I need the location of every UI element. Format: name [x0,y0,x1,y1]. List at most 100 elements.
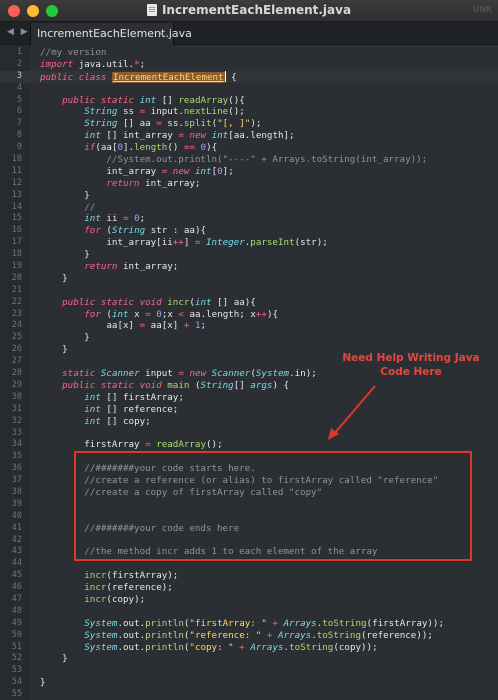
code-text[interactable]: } [40,249,90,261]
code-text[interactable]: } [40,344,68,356]
code-line[interactable]: 19 return int_array; [0,261,498,273]
code-line[interactable]: 48 [0,606,498,618]
code-line[interactable]: 52 } [0,653,498,665]
close-icon[interactable]: × [157,23,166,45]
line-number: 50 [11,629,22,640]
code-token: (aa[ [95,142,118,154]
code-line[interactable]: 51 System.out.println("copy: " + Arrays.… [0,642,498,654]
code-line[interactable]: 22 public static void incr(int [] aa){ [0,297,498,309]
code-text[interactable]: int_array = new int[0]; [40,166,233,178]
code-line[interactable]: 13 } [0,190,498,202]
code-token: aa[x] [145,320,184,332]
code-line[interactable]: 34 firstArray = readArray(); [0,439,498,451]
code-text[interactable]: public static int [] readArray(){ [40,95,245,107]
line-number: 35 [11,451,22,462]
code-text[interactable]: aa[x] = aa[x] + 1; [40,320,206,332]
code-line[interactable]: 46 incr(reference); [0,582,498,594]
code-line[interactable]: 14 // [0,202,498,214]
code-text[interactable]: public static void main (String[] args) … [40,380,289,392]
code-line[interactable]: 30 int [] firstArray; [0,392,498,404]
code-token: System [255,368,290,380]
nav-arrows-icon[interactable]: ◀ ▶ [7,27,30,37]
code-line[interactable]: 4 [0,83,498,95]
code-text[interactable]: //System.out.println("----" + Arrays.toS… [40,154,427,166]
code-token: static [62,368,96,380]
code-line[interactable]: 20 } [0,273,498,285]
code-text[interactable]: } [40,273,68,285]
code-line[interactable]: 49 System.out.println("firstArray: " + A… [0,618,498,630]
code-text[interactable]: int ii = 0; [40,213,145,225]
code-line[interactable]: 31 int [] reference; [0,404,498,416]
code-token: split [183,118,212,130]
code-line[interactable]: 50 System.out.println("reference: " + Ar… [0,630,498,642]
code-text[interactable]: // [40,202,95,214]
code-text[interactable]: } [40,190,90,202]
code-text[interactable]: public static void incr(int [] aa){ [40,297,256,309]
code-token: int [84,403,101,415]
tab-bar: ◀ ▶ IncrementEachElement.java × [0,22,498,45]
code-text[interactable]: } [40,677,46,689]
code-text[interactable]: incr(firstArray); [40,570,178,582]
line-number: 20 [11,272,22,283]
code-text[interactable]: } [40,653,68,665]
code-line[interactable]: 29 public static void main (String[] arg… [0,380,498,392]
code-text[interactable]: static Scanner input = new Scanner(Syste… [40,368,317,380]
code-line[interactable]: 23 for (int x = 0;x < aa.length; x++){ [0,309,498,321]
code-line[interactable]: 11 int_array = new int[0]; [0,166,498,178]
code-line[interactable]: 54} [0,677,498,689]
code-line[interactable]: 18 } [0,249,498,261]
code-text[interactable]: incr(copy); [40,594,145,606]
code-line[interactable]: 45 incr(firstArray); [0,570,498,582]
code-line[interactable]: 8 int [] int_array = new int[aa.length]; [0,130,498,142]
code-line[interactable]: 32 int [] copy; [0,416,498,428]
code-line[interactable]: 6 String ss = input.nextLine(); [0,106,498,118]
line-number: 19 [11,261,22,272]
code-text[interactable]: for (int x = 0;x < aa.length; x++){ [40,309,278,321]
code-text[interactable]: } [40,332,90,344]
code-line[interactable]: 53 [0,665,498,677]
code-text[interactable]: int [] reference; [40,404,178,416]
code-line[interactable]: 3 public class IncrementEachElement { [0,70,498,83]
code-text[interactable]: String [] aa = ss.split("[, ]"); [40,118,261,130]
code-text[interactable]: return int_array; [40,261,178,273]
code-line[interactable]: 15 int ii = 0; [0,213,498,225]
code-line[interactable]: 2 import java.util.*; [0,59,498,71]
code-line[interactable]: 16 for (String str : aa){ [0,225,498,237]
code-line[interactable]: 25 } [0,332,498,344]
code-text[interactable]: incr(reference); [40,582,173,594]
code-line[interactable]: 33 [0,428,498,440]
code-text[interactable]: int [] int_array = new int[aa.length]; [40,130,294,142]
code-text[interactable]: //my version [40,47,106,59]
code-line[interactable]: 12 return int_array; [0,178,498,190]
code-line[interactable]: 9 if(aa[0].length() == 0){ [0,142,498,154]
code-line[interactable]: 47 incr(copy); [0,594,498,606]
code-line[interactable]: 7 String [] aa = ss.split("[, ]"); [0,118,498,130]
tab-increment-each-element[interactable]: IncrementEachElement.java × [30,23,192,45]
code-text[interactable]: firstArray = readArray(); [40,439,222,451]
code-line[interactable]: 24 aa[x] = aa[x] + 1; [0,320,498,332]
code-token: "firstArray: " [189,617,267,629]
code-text[interactable]: String ss = input.nextLine(); [40,106,245,118]
code-text[interactable]: System.out.println("firstArray: " + Arra… [40,618,444,630]
code-text[interactable]: int [] firstArray; [40,392,184,404]
code-text[interactable]: System.out.println("copy: " + Arrays.toS… [40,642,377,654]
code-line[interactable]: 21 [0,285,498,297]
code-text[interactable]: if(aa[0].length() == 0){ [40,142,217,154]
code-text[interactable]: int_array[ii++] = Integer.parseInt(str); [40,237,327,249]
line-number: 31 [11,403,22,414]
code-text[interactable]: for (String str : aa){ [40,225,206,237]
code-line[interactable]: 55 [0,689,498,700]
code-line[interactable]: 1 //my version [0,47,498,59]
code-line[interactable]: 17 int_array[ii++] = Integer.parseInt(st… [0,237,498,249]
code-line[interactable]: 5 public static int [] readArray(){ [0,95,498,107]
code-text[interactable]: System.out.println("reference: " + Array… [40,630,433,642]
code-text[interactable]: import java.util.*; [40,59,145,71]
code-token: return [84,261,118,273]
code-text[interactable]: return int_array; [40,178,200,190]
code-token: args [250,379,273,391]
code-text[interactable]: int [] copy; [40,416,150,428]
line-number: 17 [11,237,22,248]
code-line[interactable]: 10 //System.out.println("----" + Arrays.… [0,154,498,166]
